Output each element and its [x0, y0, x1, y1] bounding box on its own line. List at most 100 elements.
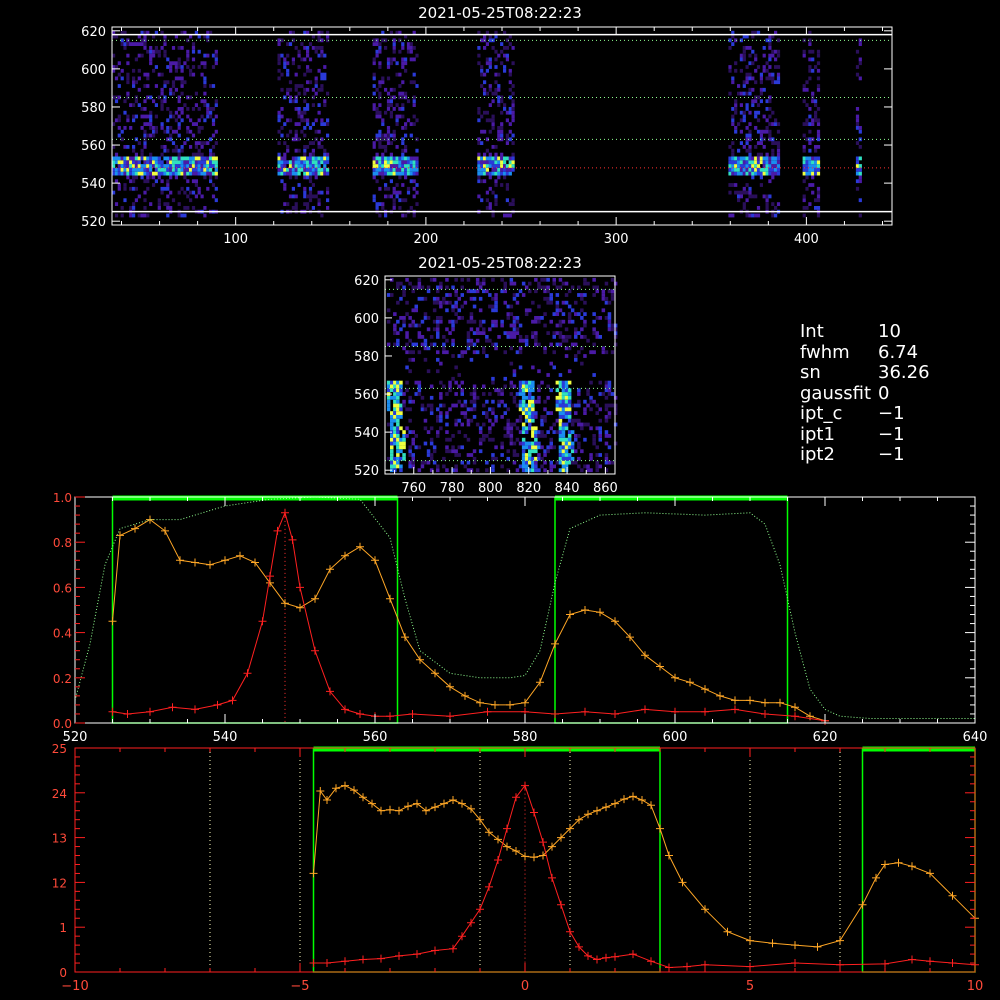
heatmap-cell — [149, 133, 153, 138]
x-tick-label: 760 — [401, 481, 426, 496]
heatmap-cell — [756, 118, 761, 123]
heatmap-cell — [754, 213, 758, 218]
heatmap-cell — [814, 160, 818, 165]
heatmap-cell — [186, 160, 190, 165]
heatmap-cell — [512, 331, 517, 335]
orange-series-marker — [584, 810, 592, 819]
heatmap-cell — [540, 316, 544, 320]
heatmap-cell — [604, 300, 609, 305]
x-tick-label: 620 — [813, 730, 838, 745]
heatmap-cell — [386, 395, 391, 400]
heatmap-cell — [494, 445, 498, 450]
heatmap-cell — [469, 327, 474, 332]
heatmap-cell — [277, 68, 281, 73]
heatmap-cell — [423, 357, 428, 362]
heatmap-cell — [537, 456, 541, 461]
heatmap-cell — [485, 156, 489, 161]
heatmap-cell — [294, 202, 298, 206]
heatmap-cell — [762, 68, 766, 73]
heatmap-cell — [561, 384, 566, 389]
heatmap-cell — [163, 186, 167, 191]
heatmap-cell — [436, 430, 440, 434]
heatmap-cell — [120, 167, 124, 172]
heatmap-cell — [728, 46, 732, 50]
heatmap-cell — [509, 312, 514, 316]
heatmap-cell — [537, 434, 541, 438]
heatmap-cell — [477, 164, 481, 168]
heatmap-cell — [306, 87, 310, 92]
heatmap-cell — [160, 179, 164, 184]
heatmap-cell — [166, 186, 170, 191]
heatmap-cell — [314, 76, 318, 81]
heatmap-cell — [390, 434, 394, 438]
heatmap-cell — [858, 129, 862, 134]
heatmap-cell — [398, 38, 402, 43]
heatmap-cell — [570, 445, 575, 450]
heatmap-cell — [511, 156, 515, 161]
heatmap-cell — [808, 160, 812, 165]
heatmap-cell — [314, 171, 318, 176]
heatmap-cell — [149, 202, 153, 206]
heatmap-cell — [117, 186, 121, 191]
heatmap-cell — [768, 107, 772, 111]
heatmap-cell — [561, 395, 566, 400]
heatmap-cell — [436, 327, 440, 332]
heatmap-cell — [534, 319, 538, 324]
heatmap-cell — [543, 434, 547, 438]
heatmap-cell — [432, 445, 437, 450]
heatmap-cell — [436, 350, 440, 355]
heatmap-cell — [396, 456, 400, 461]
heatmap-cell — [381, 137, 385, 142]
heatmap-cell — [401, 107, 405, 111]
heatmap-cell — [375, 156, 379, 161]
heatmap-cell — [574, 342, 578, 347]
heatmap-cell — [472, 415, 477, 419]
heatmap-cell — [540, 285, 544, 290]
heatmap-cell — [762, 156, 766, 161]
heatmap-cell — [564, 293, 569, 297]
heatmap-cell — [288, 95, 293, 100]
heatmap-cell — [564, 456, 569, 461]
heatmap-cell — [395, 61, 399, 66]
heatmap-cell — [303, 190, 307, 195]
heatmap-cell — [317, 141, 321, 145]
heatmap-cell — [398, 198, 402, 203]
heatmap-cell — [171, 61, 176, 66]
heatmap-cell — [398, 167, 402, 172]
heatmap-cell — [442, 464, 446, 469]
heatmap-cell — [386, 167, 391, 172]
heatmap-cell — [378, 213, 382, 218]
heatmap-cell — [521, 430, 526, 434]
heatmap-cell — [405, 426, 409, 431]
heatmap-cell — [497, 133, 501, 138]
heatmap-cell — [189, 72, 193, 77]
heatmap-cell — [524, 335, 529, 339]
heatmap-cell — [589, 453, 593, 457]
heatmap-cell — [395, 118, 399, 123]
heatmap-cell — [404, 126, 408, 130]
heatmap-cell — [754, 57, 758, 62]
heatmap-cell — [728, 145, 732, 149]
heatmap-cell — [448, 380, 452, 385]
heatmap-cell — [448, 437, 452, 442]
heatmap-cell — [408, 369, 412, 374]
heatmap-cell — [451, 354, 455, 358]
orange-series-marker — [386, 805, 394, 814]
heatmap-cell — [177, 190, 181, 195]
heatmap-cell — [415, 183, 419, 187]
heatmap-cell — [157, 160, 161, 165]
heatmap-cell — [561, 437, 566, 442]
heatmap-cell — [580, 422, 584, 427]
heatmap-cell — [314, 129, 318, 134]
heatmap-cell — [460, 422, 464, 427]
heatmap-cell — [478, 441, 483, 446]
heatmap-cell — [731, 213, 735, 218]
heatmap-cell — [485, 68, 489, 73]
heatmap-cell — [754, 110, 758, 115]
heatmap-cell — [432, 342, 437, 347]
heatmap-cell — [200, 167, 204, 172]
red-series-marker — [647, 957, 655, 966]
heatmap-cell — [475, 331, 480, 335]
heatmap-cell — [570, 319, 575, 324]
heatmap-cell — [460, 304, 464, 309]
